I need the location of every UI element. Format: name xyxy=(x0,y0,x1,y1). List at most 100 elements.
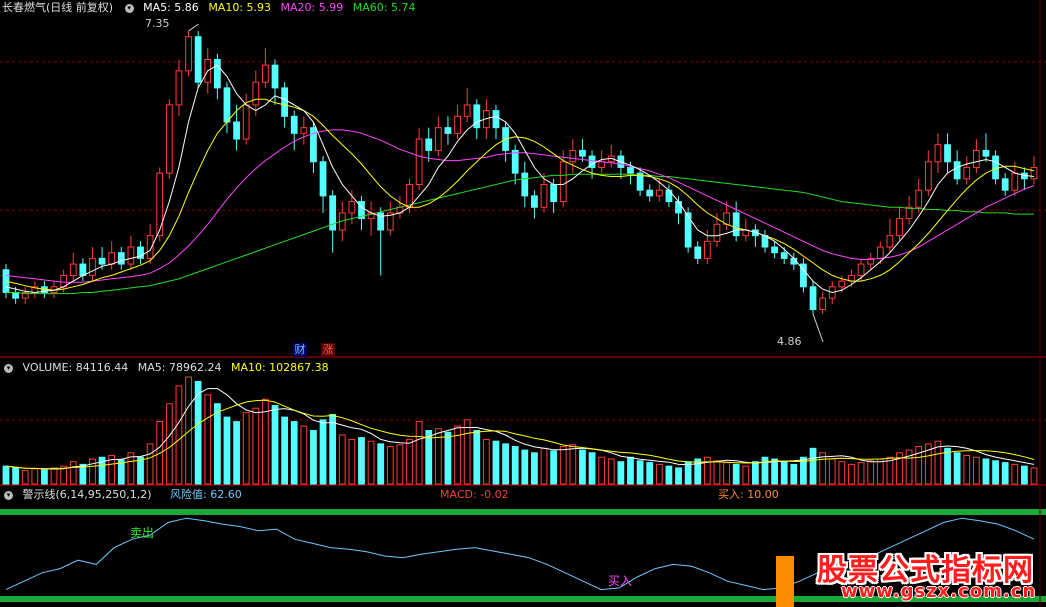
candle-body xyxy=(521,172,529,197)
candle-body xyxy=(165,104,173,174)
volume-bar xyxy=(559,446,567,485)
volume-bar xyxy=(742,465,750,485)
candle-body xyxy=(771,246,778,254)
volume-bar xyxy=(137,456,144,485)
volume-bar xyxy=(338,434,346,485)
candle-body xyxy=(655,189,663,197)
volume-bar xyxy=(41,469,48,485)
candle-body xyxy=(905,206,913,220)
candle-body xyxy=(886,235,894,248)
candle-body xyxy=(444,127,452,134)
candle-body xyxy=(463,104,471,117)
volume-bar xyxy=(463,419,471,485)
volume-bar xyxy=(425,430,433,485)
volume-bar xyxy=(444,431,452,485)
candle-body xyxy=(233,121,240,140)
candle-body xyxy=(290,115,298,134)
candle-body xyxy=(559,161,567,203)
volume-bar xyxy=(1001,462,1009,485)
chevron-down-icon[interactable]: ▾ xyxy=(4,363,13,373)
volume-bar xyxy=(396,444,404,485)
volume-bar xyxy=(290,421,298,485)
candle-body xyxy=(896,218,903,237)
candle-body xyxy=(972,149,980,168)
candle-body xyxy=(117,252,125,265)
candle-body xyxy=(271,64,279,89)
candle-body xyxy=(511,149,519,174)
candle-body xyxy=(12,291,19,299)
candle-body xyxy=(252,81,260,106)
ma10-label: MA10: 5.93 xyxy=(208,1,272,14)
candle-body xyxy=(79,263,87,276)
indicator-name: 警示线(6,14,95,250,1,2) xyxy=(22,488,152,501)
volume-bar xyxy=(2,465,10,485)
price-header: 长春燃气(日线 前复权) ▾ MA5: 5.86 MA10: 5.93 MA20… xyxy=(2,1,421,15)
candle-body xyxy=(89,257,96,276)
volume-bar xyxy=(233,421,240,485)
gridlines xyxy=(0,0,1046,607)
candle-body xyxy=(300,127,308,134)
volume-bar xyxy=(780,461,788,485)
volume-bar xyxy=(953,452,961,485)
candle-body xyxy=(627,166,634,174)
volume-bar xyxy=(406,438,413,485)
candle-body xyxy=(127,246,135,265)
volume-bar xyxy=(646,462,654,485)
volume-bar xyxy=(655,463,663,485)
volume-bar xyxy=(473,430,481,485)
stock-name: 长春燃气 xyxy=(2,1,46,14)
volume-bar xyxy=(310,430,317,485)
macd-label: MACD: -0.02 xyxy=(440,488,509,501)
candle-body xyxy=(982,149,990,157)
candle-body xyxy=(1001,178,1009,191)
candle-body xyxy=(694,246,702,259)
volume-bar xyxy=(31,468,39,485)
candle-body xyxy=(780,252,788,259)
volume-bar xyxy=(771,458,778,485)
event-badge-finance[interactable]: 财 xyxy=(293,343,307,357)
chevron-down-icon[interactable]: ▾ xyxy=(4,490,13,500)
candle-body xyxy=(963,166,971,180)
volume-bar xyxy=(242,412,250,485)
volume-bar xyxy=(732,463,740,485)
candle-body xyxy=(415,138,423,186)
volume-bar xyxy=(281,416,288,485)
candle-body xyxy=(319,161,327,197)
volume-bar xyxy=(703,456,711,485)
volume-bar xyxy=(876,458,884,485)
chevron-down-icon[interactable]: ▾ xyxy=(124,3,134,13)
volume-bar xyxy=(617,461,625,485)
volume-bar xyxy=(627,456,634,485)
candle-body xyxy=(262,64,269,83)
candle-body xyxy=(531,195,538,208)
volume-bar xyxy=(21,470,29,485)
volume-bar xyxy=(377,443,385,485)
candle-body xyxy=(156,172,164,237)
buy-signal-bar xyxy=(776,556,794,607)
volume-bar xyxy=(588,452,596,485)
watermark: 股票公式指标网 www.gszx.com.cn xyxy=(817,543,1037,605)
volume-bar xyxy=(713,460,721,485)
candle-body xyxy=(703,240,711,259)
candle-body xyxy=(1011,172,1019,191)
volume-bar xyxy=(69,461,77,485)
volume-bar xyxy=(12,467,19,485)
volume-bar xyxy=(204,394,212,485)
candle-body xyxy=(550,184,558,203)
event-badge-rise[interactable]: 涨 xyxy=(321,343,335,357)
volume-header: ▾ VOLUME: 84116.44 MA5: 78962.24 MA10: 1… xyxy=(2,361,335,375)
volume-bar xyxy=(252,407,260,485)
volume-bar xyxy=(531,452,538,485)
price-panel xyxy=(2,23,1038,343)
volume-panel xyxy=(2,376,1038,485)
candle-body xyxy=(857,263,865,276)
candle-body xyxy=(223,87,231,123)
volume-bar xyxy=(790,463,798,485)
volume-bar xyxy=(492,440,500,485)
volume-bar xyxy=(675,467,682,485)
volume-bar xyxy=(569,444,577,485)
candle-body xyxy=(213,58,221,89)
volume-bar xyxy=(50,467,58,485)
candle-body xyxy=(953,161,961,180)
candle-body xyxy=(579,149,586,157)
